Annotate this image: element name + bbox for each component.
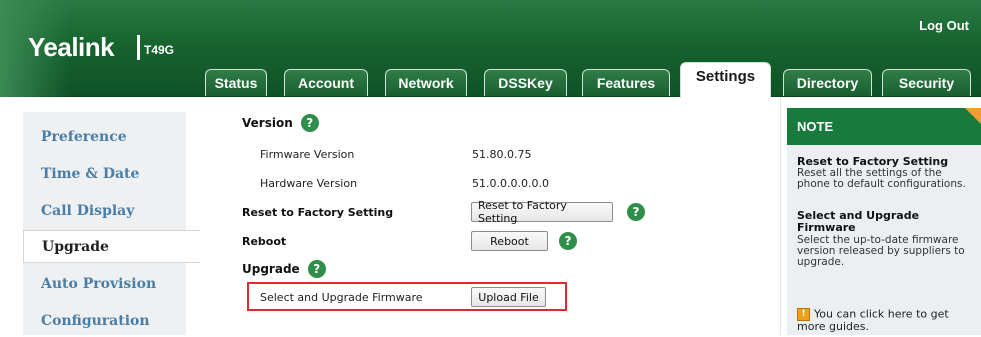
section-version: Version ? bbox=[242, 114, 319, 132]
tab-security[interactable]: Security bbox=[882, 69, 971, 96]
upgrade-help-icon[interactable]: ? bbox=[307, 260, 326, 278]
tab-account[interactable]: Account bbox=[284, 69, 368, 96]
reboot-button[interactable]: Reboot bbox=[471, 231, 548, 251]
reboot-label: Reboot bbox=[242, 235, 287, 248]
note-panel: NOTE Reset to Factory Setting Reset all … bbox=[787, 108, 981, 335]
firmware-version-label: Firmware Version bbox=[260, 148, 355, 161]
sidebar-item-configuration[interactable]: Configuration bbox=[23, 304, 186, 337]
reboot-help-icon[interactable]: ? bbox=[559, 232, 577, 250]
hardware-version-label: Hardware Version bbox=[260, 177, 358, 190]
yealink-logo: Yealink bbox=[28, 32, 115, 62]
sidebar-item-time-date[interactable]: Time & Date bbox=[23, 157, 186, 190]
logout-link[interactable]: Log Out bbox=[919, 18, 969, 33]
note-guide-link[interactable]: ! You can click here to get more guides. bbox=[797, 308, 979, 334]
tab-network[interactable]: Network bbox=[385, 69, 467, 96]
tab-dsskey[interactable]: DSSKey bbox=[484, 69, 567, 96]
note-corner-tab bbox=[965, 108, 981, 124]
note-upgrade-text: Select the up-to-date firmware version r… bbox=[797, 234, 965, 269]
note-header: NOTE bbox=[787, 108, 981, 145]
header-bar: Yealink T49G Log Out Status Account Netw… bbox=[0, 0, 981, 98]
firmware-version-value: 51.80.0.75 bbox=[472, 148, 532, 161]
select-upgrade-firmware-label: Select and Upgrade Firmware bbox=[260, 291, 423, 304]
note-guide-text: You can click here to get more guides. bbox=[797, 307, 949, 334]
tab-directory[interactable]: Directory bbox=[783, 69, 872, 96]
sidebar-item-preference[interactable]: Preference bbox=[23, 120, 186, 153]
upgrade-title: Upgrade bbox=[242, 262, 300, 276]
section-upgrade: Upgrade ? bbox=[242, 260, 326, 278]
reset-factory-label: Reset to Factory Setting bbox=[242, 206, 394, 219]
logo-separator bbox=[137, 35, 140, 60]
guide-book-icon: ! bbox=[797, 308, 810, 321]
tab-settings[interactable]: Settings bbox=[680, 62, 771, 98]
tab-status[interactable]: Status bbox=[205, 69, 267, 96]
version-title: Version bbox=[242, 116, 293, 130]
note-reset-text: Reset all the settings of the phone to d… bbox=[797, 167, 966, 191]
sidebar-item-call-display[interactable]: Call Display bbox=[23, 194, 186, 227]
content-divider bbox=[780, 98, 781, 335]
note-reset-title: Reset to Factory Setting bbox=[797, 155, 949, 168]
tab-features[interactable]: Features bbox=[582, 69, 670, 96]
sidebar-item-upgrade[interactable]: Upgrade bbox=[23, 230, 200, 263]
main-content: Version ? Firmware Version 51.80.0.75 Ha… bbox=[200, 98, 780, 335]
sidebar: Preference Time & Date Call Display Upgr… bbox=[0, 98, 200, 335]
version-help-icon[interactable]: ? bbox=[300, 114, 319, 132]
sidebar-item-auto-provision[interactable]: Auto Provision bbox=[23, 267, 186, 300]
reset-help-icon[interactable]: ? bbox=[627, 203, 645, 221]
model-label: T49G bbox=[144, 43, 175, 57]
upload-file-button[interactable]: Upload File bbox=[471, 287, 546, 307]
note-upgrade-title: Select and Upgrade Firmware bbox=[797, 209, 920, 234]
reset-factory-button[interactable]: Reset to Factory Setting bbox=[471, 199, 613, 225]
hardware-version-value: 51.0.0.0.0.0.0 bbox=[472, 177, 549, 190]
